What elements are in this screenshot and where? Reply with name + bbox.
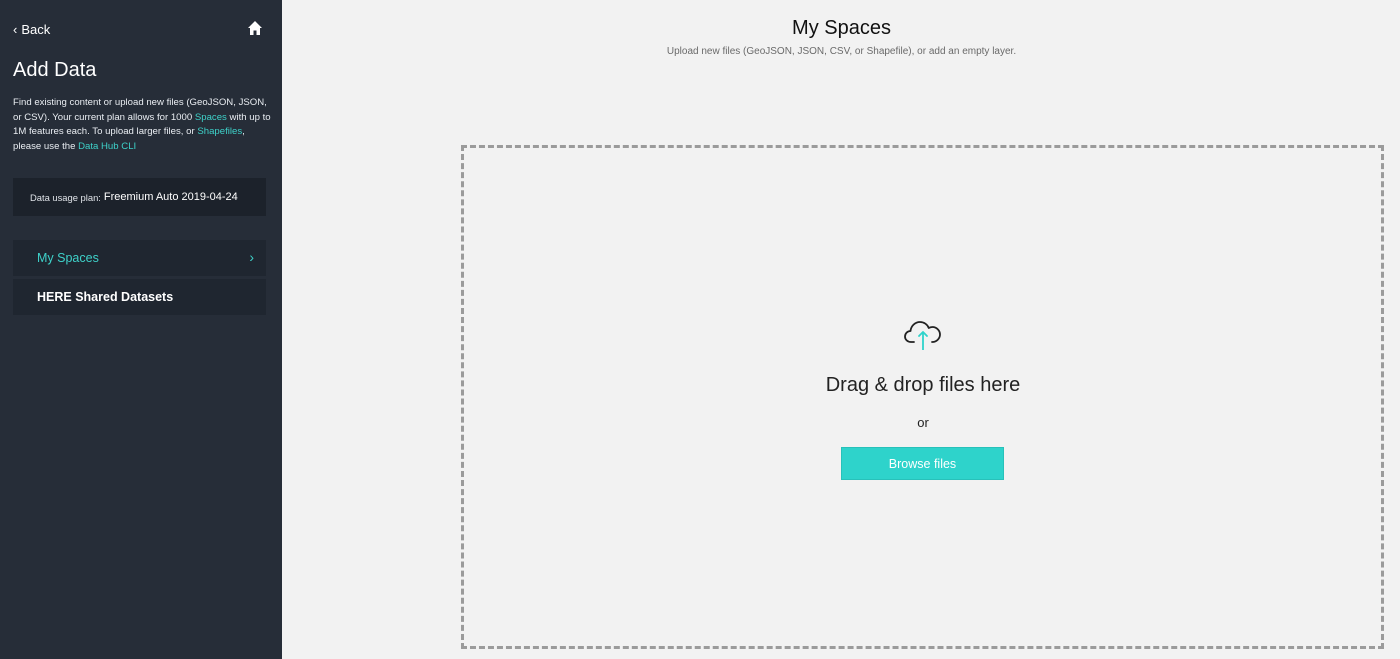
spaces-link[interactable]: Spaces xyxy=(195,112,227,123)
plan-value: Freemium Auto 2019-04-24 xyxy=(103,191,238,203)
shapefiles-link[interactable]: Shapefiles xyxy=(197,126,242,137)
sidebar-item-label: HERE Shared Datasets xyxy=(37,290,174,304)
main-title: My Spaces xyxy=(792,17,891,39)
or-separator: or xyxy=(917,415,929,430)
back-label: Back xyxy=(21,22,51,37)
back-button[interactable]: ‹ Back xyxy=(13,22,50,37)
chevron-left-icon: ‹ xyxy=(13,22,18,37)
plan-label: Data usage plan: xyxy=(30,191,101,203)
sidebar: ‹ Back Add Data Find existing content or… xyxy=(0,0,282,659)
browse-files-button[interactable]: Browse files xyxy=(841,447,1004,480)
drop-instructions: Drag & drop files here xyxy=(825,374,1021,396)
home-icon[interactable] xyxy=(246,19,264,37)
sidebar-item-here-shared-datasets[interactable]: HERE Shared Datasets xyxy=(13,279,266,315)
sidebar-description: Find existing content or upload new file… xyxy=(13,96,275,154)
page-heading: Add Data xyxy=(13,59,97,81)
file-dropzone[interactable] xyxy=(461,145,1384,649)
sidebar-item-label: My Spaces xyxy=(37,251,99,265)
data-usage-plan: Data usage plan: Freemium Auto 2019-04-2… xyxy=(13,178,266,216)
cloud-upload-icon xyxy=(904,321,941,350)
chevron-right-icon: › xyxy=(249,249,254,265)
sidebar-item-my-spaces[interactable]: My Spaces › xyxy=(13,240,266,276)
main-subtitle: Upload new files (GeoJSON, JSON, CSV, or… xyxy=(666,46,1017,57)
data-hub-cli-link[interactable]: Data Hub CLI xyxy=(78,141,136,152)
